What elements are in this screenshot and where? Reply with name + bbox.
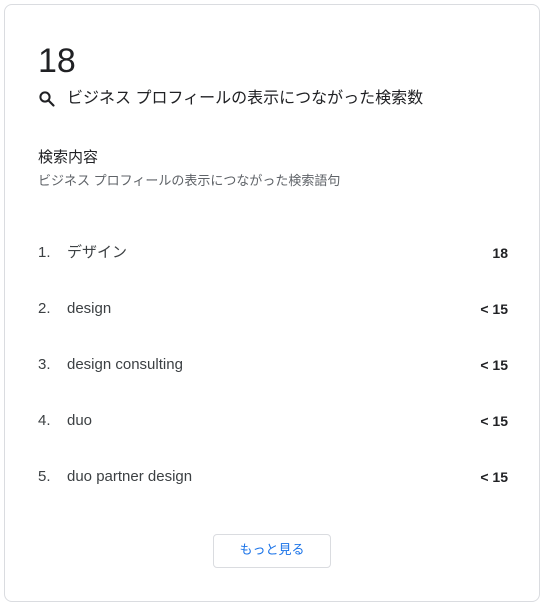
list-item-rank: 5. <box>38 468 51 485</box>
list-item-rank: 2. <box>38 300 51 317</box>
list-item: 5. duo partner design < 15 <box>5 449 541 505</box>
list-item-rank: 1. <box>38 244 51 261</box>
list-item-term: duo <box>67 412 93 429</box>
metric-label-row: ビジネス プロフィールの表示につながった検索数 <box>38 87 423 111</box>
list-item-rank: 3. <box>38 356 51 373</box>
show-more-button[interactable]: もっと見る <box>213 534 331 568</box>
metric-label: ビジネス プロフィールの表示につながった検索数 <box>67 90 424 107</box>
list-item-term: design <box>67 300 112 317</box>
search-terms-card: 18 ビジネス プロフィールの表示につながった検索数 検索内容 ビジネス プロフ… <box>4 4 540 602</box>
section-title: 検索内容 <box>38 149 99 166</box>
list-item: 1. デザイン 18 <box>5 225 541 281</box>
list-item-term: design consulting <box>67 356 183 373</box>
list-item-term: デザイン <box>67 244 128 261</box>
list-item: 2. design < 15 <box>5 281 541 337</box>
section-subtitle: ビジネス プロフィールの表示につながった検索語句 <box>38 173 341 188</box>
list-item-count: 18 <box>492 245 508 261</box>
list-item-count: < 15 <box>480 469 508 485</box>
list-item: 4. duo < 15 <box>5 393 541 449</box>
list-item-count: < 15 <box>480 413 508 429</box>
search-icon <box>38 90 56 108</box>
list-item-term: duo partner design <box>67 468 193 485</box>
list-item: 3. design consulting < 15 <box>5 337 541 393</box>
list-item-rank: 4. <box>38 412 51 429</box>
total-searches-value: 18 <box>38 42 76 80</box>
list-item-count: < 15 <box>480 301 508 317</box>
search-terms-list: 1. デザイン 18 2. design < 15 3. design cons… <box>5 225 541 505</box>
list-item-count: < 15 <box>480 357 508 373</box>
